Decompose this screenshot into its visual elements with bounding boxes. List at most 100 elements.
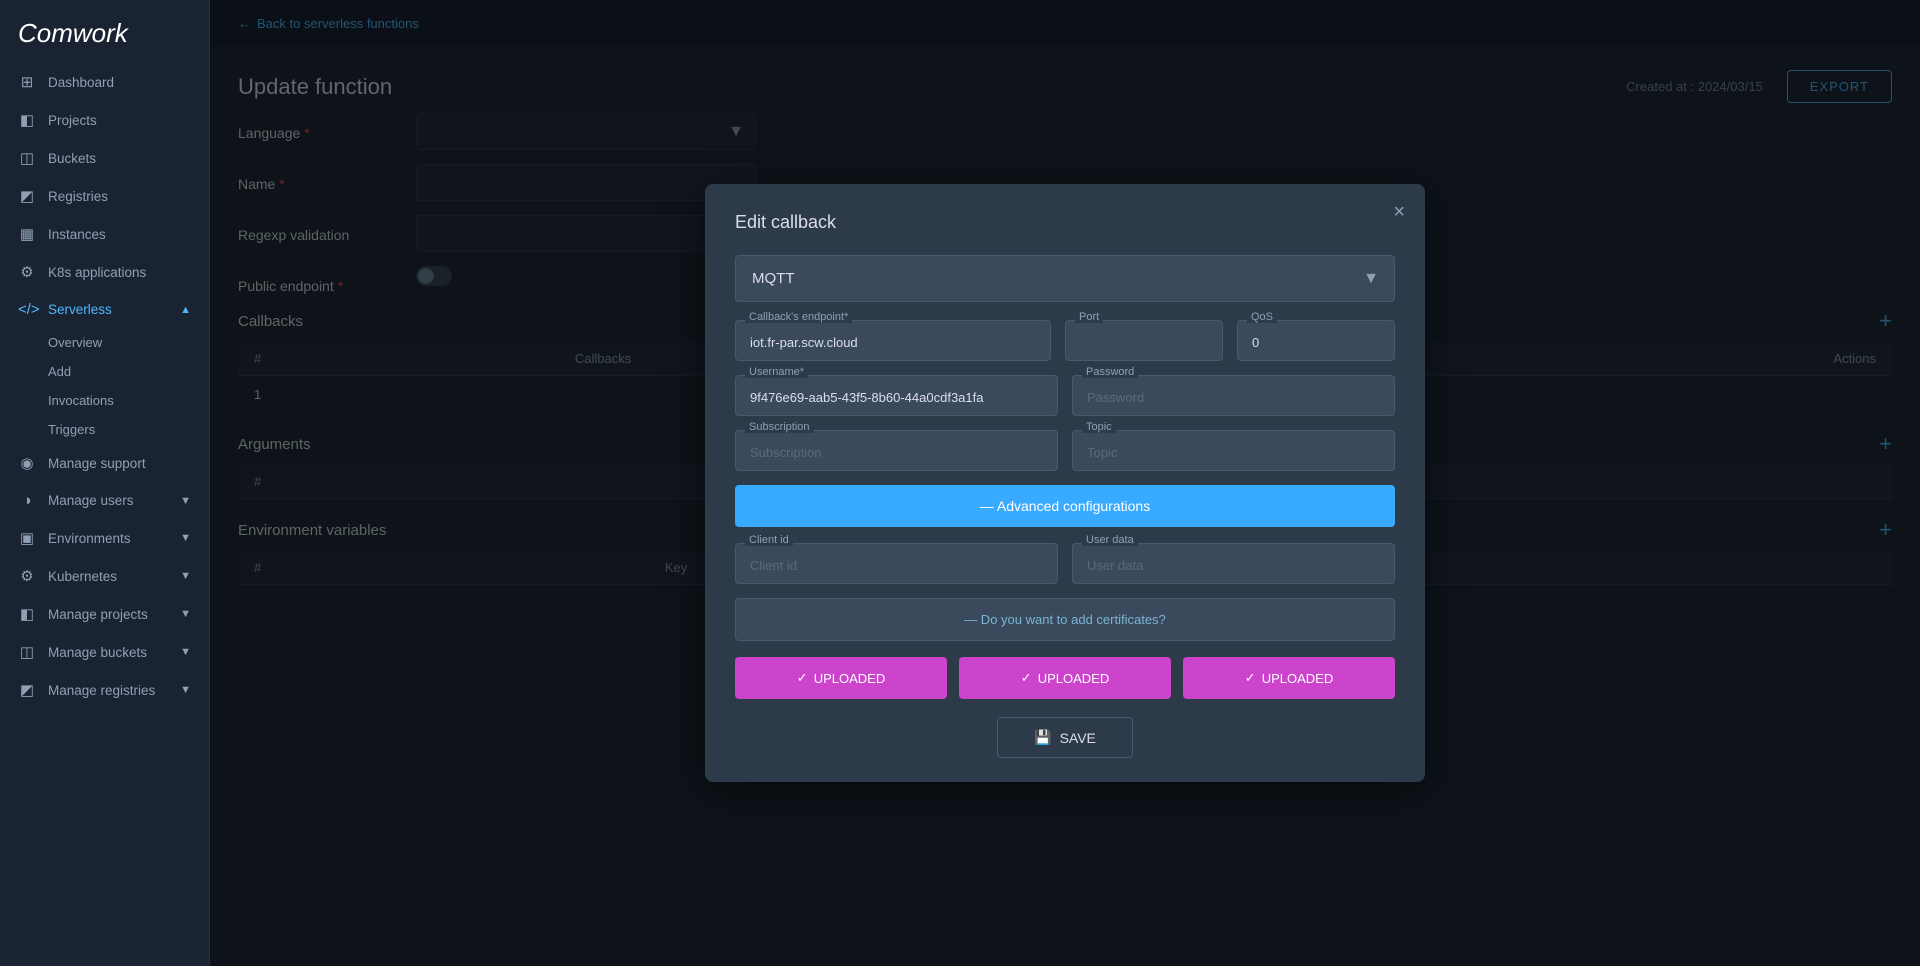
sidebar-label-projects: Projects <box>48 113 97 128</box>
port-label: Port <box>1075 311 1103 323</box>
port-field: Port <box>1065 320 1223 361</box>
sidebar-item-instances[interactable]: ▦ Instances <box>0 215 209 253</box>
sidebar-label-manage-users: Manage users <box>48 493 134 508</box>
modal-close-button[interactable]: × <box>1393 202 1405 222</box>
manage-projects-icon: ◧ <box>18 605 36 623</box>
topic-label: Topic <box>1082 421 1116 433</box>
username-field: Username* <box>735 375 1058 416</box>
manage-registries-expand-icon: ▼ <box>180 684 191 696</box>
endpoint-input[interactable] <box>735 320 1051 361</box>
qos-label: QoS <box>1247 311 1277 323</box>
modal-title: Edit callback <box>735 212 1395 233</box>
upload-label-1: UPLOADED <box>814 671 886 686</box>
sidebar-label-buckets: Buckets <box>48 151 96 166</box>
sidebar-item-projects[interactable]: ◧ Projects <box>0 101 209 139</box>
projects-icon: ◧ <box>18 111 36 129</box>
port-input[interactable] <box>1065 320 1223 361</box>
user-data-input[interactable] <box>1072 543 1395 584</box>
sidebar: Comwork ⊞ Dashboard ◧ Projects ◫ Buckets… <box>0 0 210 966</box>
upload-button-3[interactable]: ✓ UPLOADED <box>1183 657 1395 699</box>
logo-text: Comwork <box>18 18 128 49</box>
save-icon: 💾 <box>1034 729 1051 746</box>
kubernetes-icon: ⚙ <box>18 567 36 585</box>
password-label: Password <box>1082 366 1138 378</box>
subscription-label: Subscription <box>745 421 814 433</box>
upload-button-1[interactable]: ✓ UPLOADED <box>735 657 947 699</box>
sidebar-label-manage-registries: Manage registries <box>48 683 155 698</box>
serverless-expand-icon: ▲ <box>180 304 191 316</box>
serverless-submenu: Overview Add Invocations Triggers <box>0 328 209 444</box>
password-field: Password <box>1072 375 1395 416</box>
sidebar-label-instances: Instances <box>48 227 106 242</box>
add-certificates-button[interactable]: — Do you want to add certificates? <box>735 598 1395 641</box>
manage-users-icon: ◑ <box>18 492 36 509</box>
upload-check-1: ✓ <box>797 670 808 686</box>
password-input[interactable] <box>1072 375 1395 416</box>
modal-overlay: Edit callback × MQTT HTTP HTTPS ▼ Callba… <box>210 0 1920 966</box>
type-select-wrap: MQTT HTTP HTTPS ▼ <box>735 255 1395 302</box>
sidebar-label-manage-buckets: Manage buckets <box>48 645 147 660</box>
sidebar-item-manage-registries[interactable]: ◩ Manage registries ▼ <box>0 671 209 709</box>
serverless-sub-invocations[interactable]: Invocations <box>48 386 209 415</box>
qos-input[interactable] <box>1237 320 1395 361</box>
endpoint-row: Callback's endpoint* Port QoS <box>735 320 1395 361</box>
username-input[interactable] <box>735 375 1058 416</box>
upload-row: ✓ UPLOADED ✓ UPLOADED ✓ UPLOADED <box>735 657 1395 699</box>
registries-icon: ◩ <box>18 187 36 205</box>
manage-buckets-expand-icon: ▼ <box>180 646 191 658</box>
certs-btn-label: — Do you want to add certificates? <box>964 612 1166 627</box>
buckets-icon: ◫ <box>18 149 36 167</box>
k8s-icon: ⚙ <box>18 263 36 281</box>
sidebar-item-manage-projects[interactable]: ◧ Manage projects ▼ <box>0 595 209 633</box>
manage-support-icon: ◉ <box>18 454 36 472</box>
client-id-input[interactable] <box>735 543 1058 584</box>
upload-label-3: UPLOADED <box>1262 671 1334 686</box>
logo: Comwork <box>0 0 209 63</box>
serverless-icon: </> <box>18 301 36 318</box>
save-button[interactable]: 💾 SAVE <box>997 717 1133 758</box>
sidebar-item-dashboard[interactable]: ⊞ Dashboard <box>0 63 209 101</box>
advanced-btn-label: — Advanced configurations <box>980 498 1150 514</box>
user-data-label: User data <box>1082 534 1138 546</box>
sidebar-label-manage-support: Manage support <box>48 456 146 471</box>
manage-users-expand-icon: ▼ <box>180 495 191 507</box>
advanced-configurations-button[interactable]: — Advanced configurations <box>735 485 1395 527</box>
sidebar-item-manage-buckets[interactable]: ◫ Manage buckets ▼ <box>0 633 209 671</box>
sidebar-item-registries[interactable]: ◩ Registries <box>0 177 209 215</box>
user-data-field: User data <box>1072 543 1395 584</box>
upload-label-2: UPLOADED <box>1038 671 1110 686</box>
sidebar-item-kubernetes[interactable]: ⚙ Kubernetes ▼ <box>0 557 209 595</box>
serverless-sub-add[interactable]: Add <box>48 357 209 386</box>
upload-check-3: ✓ <box>1245 670 1256 686</box>
edit-callback-modal: Edit callback × MQTT HTTP HTTPS ▼ Callba… <box>705 184 1425 782</box>
serverless-sub-triggers[interactable]: Triggers <box>48 415 209 444</box>
sidebar-label-registries: Registries <box>48 189 108 204</box>
main-content: ← Back to serverless functions Update fu… <box>210 0 1920 966</box>
sidebar-item-manage-support[interactable]: ◉ Manage support <box>0 444 209 482</box>
serverless-sub-overview[interactable]: Overview <box>48 328 209 357</box>
type-select[interactable]: MQTT HTTP HTTPS <box>735 255 1395 302</box>
sidebar-item-serverless[interactable]: </> Serverless ▲ <box>0 291 209 328</box>
sidebar-item-manage-users[interactable]: ◑ Manage users ▼ <box>0 482 209 519</box>
sidebar-item-k8s[interactable]: ⚙ K8s applications <box>0 253 209 291</box>
sidebar-label-serverless: Serverless <box>48 302 112 317</box>
topic-input[interactable] <box>1072 430 1395 471</box>
environments-expand-icon: ▼ <box>180 532 191 544</box>
qos-field: QoS <box>1237 320 1395 361</box>
sidebar-item-environments[interactable]: ▣ Environments ▼ <box>0 519 209 557</box>
client-id-label: Client id <box>745 534 793 546</box>
instances-icon: ▦ <box>18 225 36 243</box>
subscription-input[interactable] <box>735 430 1058 471</box>
upload-button-2[interactable]: ✓ UPLOADED <box>959 657 1171 699</box>
username-label: Username* <box>745 366 808 378</box>
endpoint-label: Callback's endpoint* <box>745 311 852 323</box>
subscription-row: Subscription Topic <box>735 430 1395 471</box>
client-id-field: Client id <box>735 543 1058 584</box>
endpoint-field: Callback's endpoint* <box>735 320 1051 361</box>
kubernetes-expand-icon: ▼ <box>180 570 191 582</box>
environments-icon: ▣ <box>18 529 36 547</box>
manage-registries-icon: ◩ <box>18 681 36 699</box>
sidebar-item-buckets[interactable]: ◫ Buckets <box>0 139 209 177</box>
upload-check-2: ✓ <box>1021 670 1032 686</box>
sidebar-label-environments: Environments <box>48 531 131 546</box>
